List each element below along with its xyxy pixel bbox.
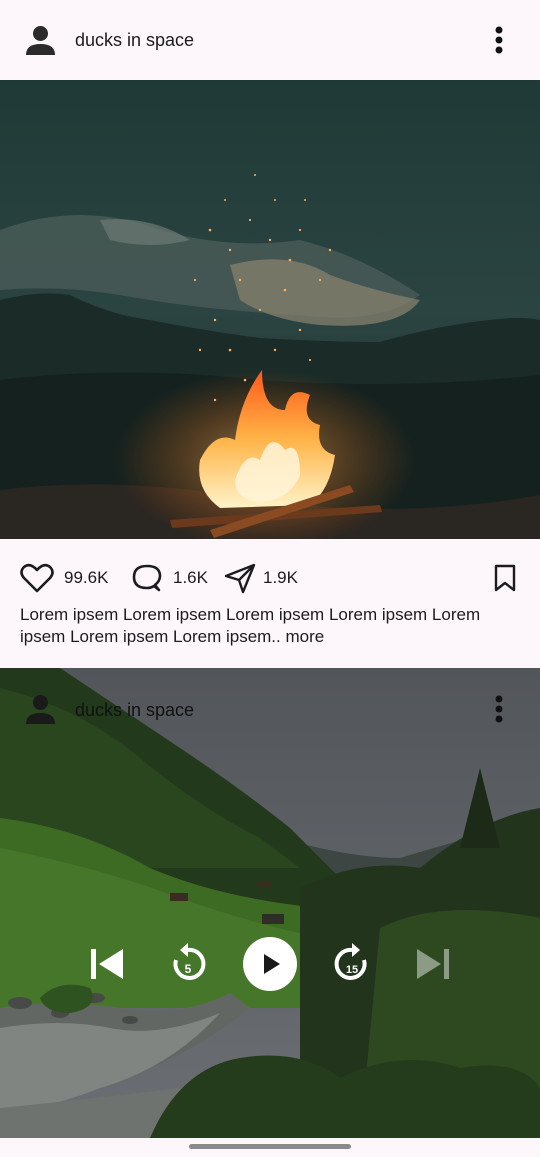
post-photo[interactable]	[0, 80, 540, 539]
post-caption: Lorem ipsem Lorem ipsem Lorem ipsem Lore…	[20, 604, 520, 648]
bookmark-icon[interactable]	[492, 562, 518, 594]
more-vertical-icon[interactable]	[487, 24, 511, 56]
forward-15-icon[interactable]: 15	[332, 942, 372, 986]
play-icon[interactable]	[242, 936, 298, 992]
person-icon[interactable]	[24, 693, 57, 726]
caption-more-link[interactable]: more	[286, 627, 325, 646]
comment-count: 1.6K	[173, 568, 208, 587]
share-count: 1.9K	[263, 568, 298, 587]
skip-previous-icon[interactable]	[88, 946, 126, 982]
forward-seconds: 15	[346, 964, 358, 976]
comment-icon[interactable]	[130, 562, 164, 594]
like-count: 99.6K	[64, 568, 109, 587]
system-nav-bar	[0, 1138, 540, 1157]
home-gesture-handle[interactable]	[189, 1144, 351, 1149]
replay-5-icon[interactable]: 5	[168, 942, 208, 986]
video-post-author[interactable]: ducks in space	[75, 699, 194, 721]
skip-next-icon[interactable]	[414, 946, 452, 982]
send-icon[interactable]	[223, 562, 257, 594]
person-icon[interactable]	[24, 24, 57, 57]
caption-text: Lorem ipsem Lorem ipsem Lorem ipsem Lore…	[20, 605, 481, 646]
heart-icon[interactable]	[20, 562, 54, 594]
video-player[interactable]	[0, 668, 540, 1138]
post-header: ducks in space	[0, 0, 540, 80]
more-vertical-icon[interactable]	[487, 693, 511, 725]
post-author[interactable]: ducks in space	[75, 29, 194, 51]
rewind-seconds: 5	[185, 962, 192, 976]
